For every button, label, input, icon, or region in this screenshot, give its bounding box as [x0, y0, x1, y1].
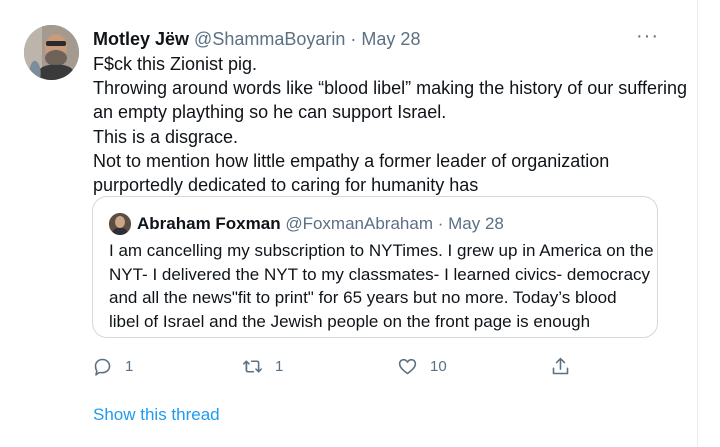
quoted-separator: ·: [437, 214, 444, 233]
quoted-text-line: and all the news"fit to print" for 65 ye…: [109, 288, 617, 307]
quoted-tweet-header: Abraham Foxman @FoxmanAbraham · May 28: [137, 213, 504, 235]
tweet-text-line: This is a disgrace.: [93, 126, 239, 147]
quoted-avatar: [109, 213, 131, 235]
reply-count: 1: [125, 357, 134, 375]
avatar-image: [24, 25, 79, 80]
like-icon: [398, 358, 417, 374]
reply-button[interactable]: 1: [92, 354, 133, 378]
quoted-avatar-image: [109, 213, 131, 235]
share-icon: [552, 357, 569, 374]
reply-icon: [94, 358, 111, 376]
quoted-tweet[interactable]: Abraham Foxman @FoxmanAbraham · May 28 I…: [92, 196, 658, 338]
more-options-icon[interactable]: ···: [636, 26, 659, 46]
tweet-text: F$ck this Zionist pig. Throwing around w…: [93, 52, 687, 197]
tweet-header: Motley Jëw @ShammaBoyarin · May 28: [93, 28, 420, 50]
retweet-count: 1: [275, 357, 284, 375]
tweet-text-line: Not to mention how little empathy a form…: [93, 150, 610, 171]
tweet-text-line: an empty plaything so he can support Isr…: [93, 102, 447, 123]
display-name[interactable]: Motley Jëw: [93, 29, 189, 49]
like-button[interactable]: 10: [397, 354, 447, 378]
show-thread-link[interactable]: Show this thread: [93, 404, 220, 426]
quoted-display-name: Abraham Foxman: [137, 214, 281, 233]
tweet-text-line: Throwing around words like “blood libel”…: [93, 78, 687, 99]
tweet[interactable]: Motley Jëw @ShammaBoyarin · May 28 ··· F…: [0, 0, 698, 447]
quoted-handle: @FoxmanAbraham: [285, 214, 433, 233]
tweet-text-line: purportedly dedicated to caring for huma…: [93, 175, 479, 196]
quoted-text-line: I am cancelling my subscription to NYTim…: [109, 241, 654, 260]
separator: ·: [350, 29, 357, 49]
handle[interactable]: @ShammaBoyarin: [194, 29, 345, 49]
retweet-icon: [242, 359, 263, 373]
tweet-actions: 1 1 10: [92, 354, 572, 378]
quoted-timestamp: May 28: [448, 214, 504, 233]
share-button[interactable]: [550, 354, 571, 378]
quoted-text-line: NYT- I delivered the NYT to my classmate…: [109, 264, 651, 284]
timestamp[interactable]: May 28: [361, 29, 420, 49]
retweet-button[interactable]: 1: [242, 354, 283, 378]
like-count: 10: [430, 357, 447, 375]
quoted-text-line: libel of Israel and the Jewish people on…: [109, 311, 591, 331]
quoted-tweet-text: I am cancelling my subscription to NYTim…: [109, 239, 654, 333]
avatar[interactable]: [24, 25, 79, 80]
tweet-text-line: F$ck this Zionist pig.: [93, 54, 258, 74]
